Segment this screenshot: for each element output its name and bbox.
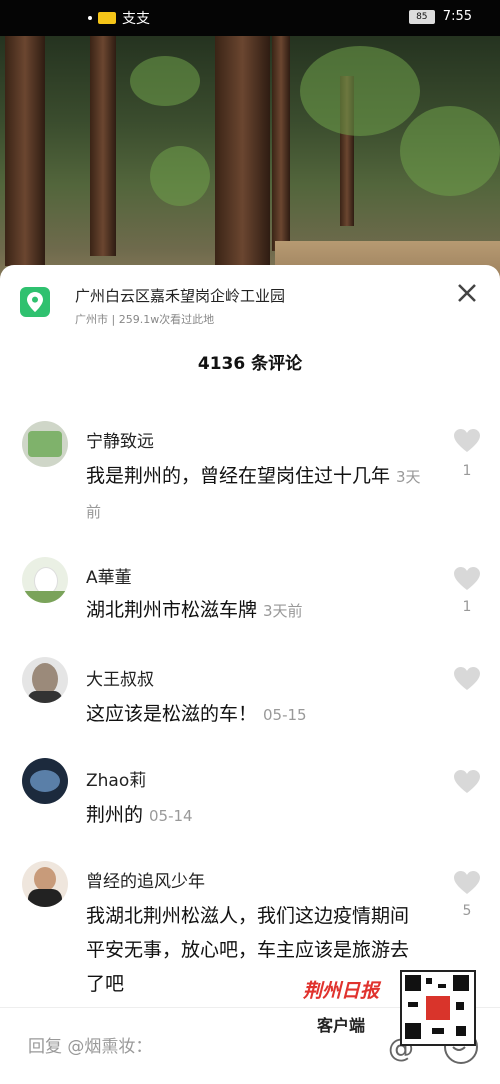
battery-icon: 85 bbox=[408, 9, 435, 24]
like-heart-icon[interactable] bbox=[454, 871, 480, 895]
reply-input[interactable]: 回复 @烟熏妆： bbox=[28, 1032, 152, 1057]
avatar[interactable] bbox=[22, 657, 68, 703]
avatar[interactable] bbox=[22, 861, 68, 907]
notification-dot-icon bbox=[88, 16, 92, 20]
comment-text: 这应该是松滋的车！ bbox=[86, 703, 258, 725]
qr-code bbox=[400, 970, 476, 1046]
seal-icon bbox=[426, 996, 450, 1020]
comment-author[interactable]: A華董 bbox=[86, 563, 132, 588]
like-heart-icon[interactable] bbox=[454, 567, 480, 591]
comment-time: 05-15 bbox=[263, 706, 307, 724]
status-bar: 支支 85 7:55 bbox=[0, 0, 500, 36]
comment-author[interactable]: 曾经的追风少年 bbox=[86, 867, 205, 892]
like-count: 5 bbox=[462, 903, 472, 919]
location-pin-icon[interactable] bbox=[20, 287, 50, 317]
comment-author[interactable]: Zhao莉 bbox=[86, 766, 146, 791]
comment-text: 湖北荆州市松滋车牌 bbox=[86, 599, 258, 621]
comment-text: 荆州的 bbox=[86, 804, 144, 826]
mail-icon bbox=[98, 12, 116, 24]
newspaper-watermark: 荆州日报 客户端 bbox=[296, 968, 481, 1048]
location-title[interactable]: 广州白云区嘉禾望岗企岭工业园 bbox=[75, 285, 285, 306]
like-heart-icon[interactable] bbox=[454, 429, 480, 453]
watermark-title: 荆州日报 bbox=[302, 980, 379, 1002]
avatar[interactable] bbox=[22, 758, 68, 804]
avatar[interactable] bbox=[22, 421, 68, 467]
comment-author[interactable]: 宁静致远 bbox=[86, 427, 154, 452]
comment-time: 05-14 bbox=[149, 807, 193, 825]
like-heart-icon[interactable] bbox=[454, 770, 480, 794]
like-heart-icon[interactable] bbox=[454, 667, 480, 691]
comments-count: 4136 条评论 bbox=[197, 354, 303, 374]
like-count: 1 bbox=[462, 599, 472, 615]
comments-sheet: 广州白云区嘉禾望岗企岭工业园 广州市 | 259.1w次看过此地 4136 条评… bbox=[0, 265, 500, 1083]
watermark-subtitle: 客户端 bbox=[316, 1016, 365, 1035]
location-subtitle: 广州市 | 259.1w次看过此地 bbox=[75, 313, 215, 326]
status-left-text: 支支 bbox=[122, 11, 150, 27]
avatar[interactable] bbox=[22, 557, 68, 603]
close-icon[interactable] bbox=[455, 281, 479, 305]
like-count: 1 bbox=[462, 463, 472, 479]
video-background[interactable] bbox=[0, 36, 500, 286]
comment-text: 我是荆州的，曾经在望岗住过十几年 bbox=[86, 465, 391, 487]
comment-time: 3天前 bbox=[263, 602, 303, 620]
comment-author[interactable]: 大王叔叔 bbox=[86, 665, 154, 690]
status-time: 7:55 bbox=[442, 9, 472, 24]
